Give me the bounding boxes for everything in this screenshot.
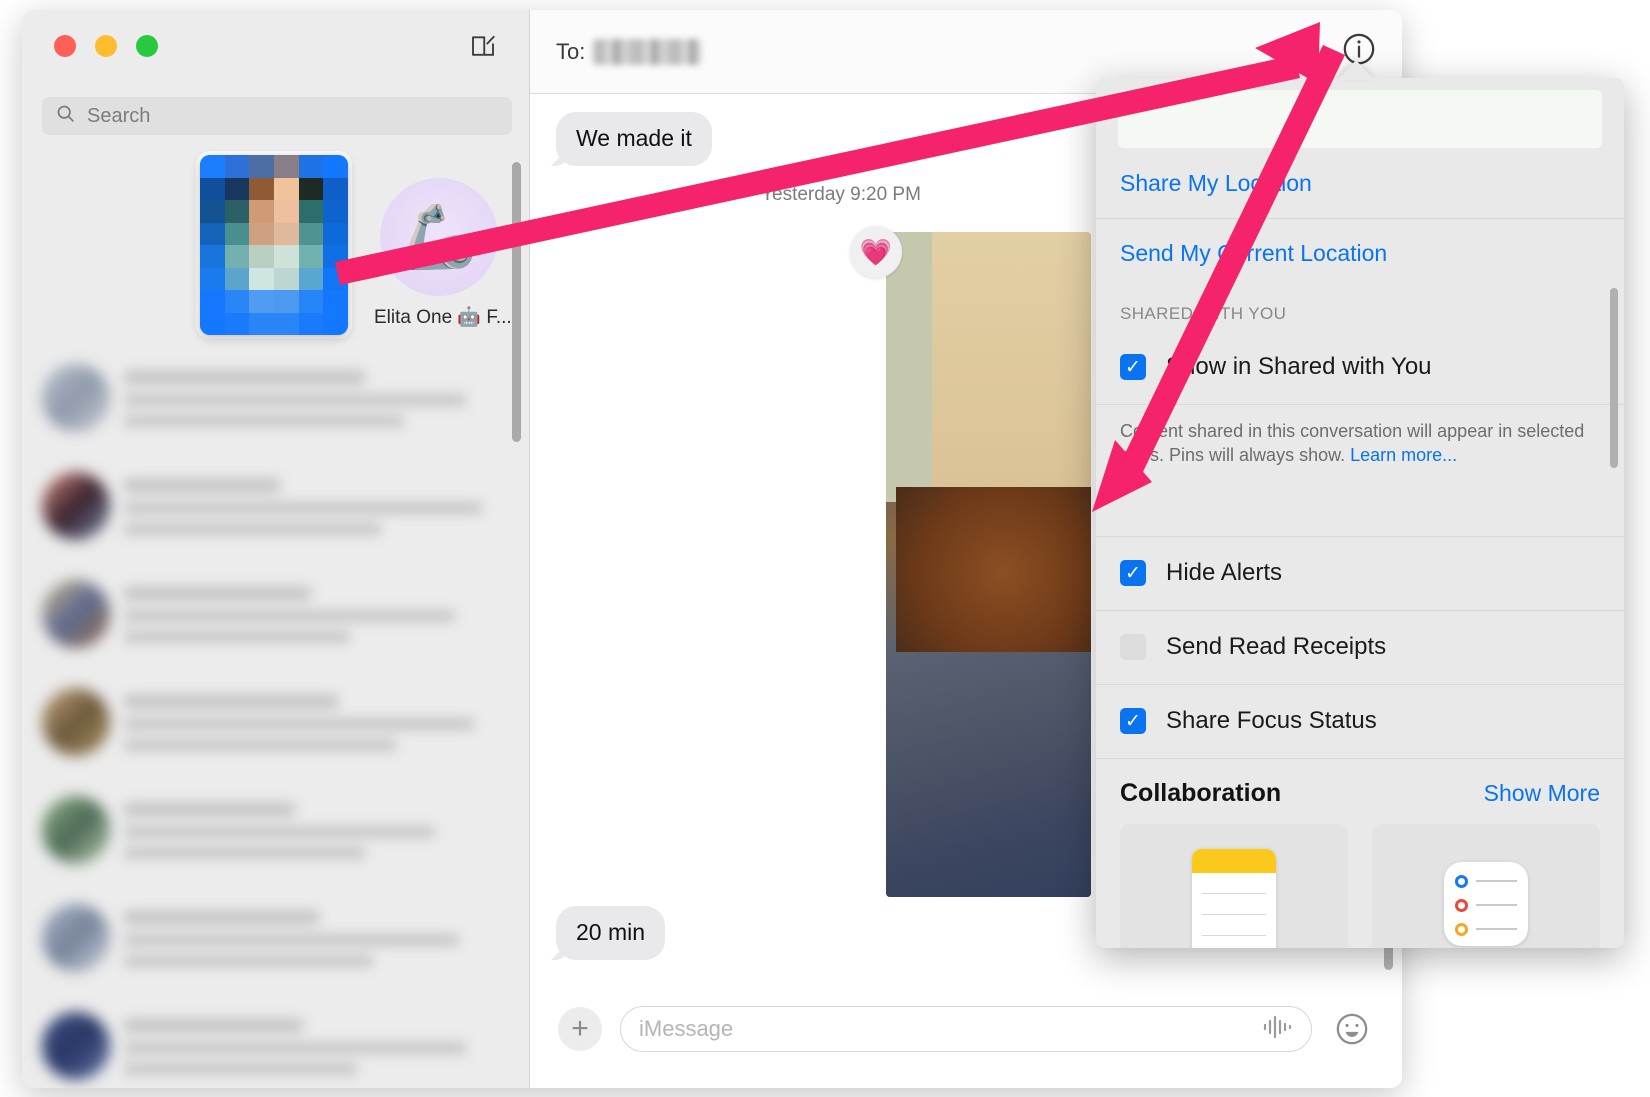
message-bubble-incoming[interactable]: 20 min (556, 906, 666, 960)
to-label: To: (556, 38, 586, 64)
conversation-details-popover: Share My Location Send My Current Locati… (1096, 78, 1624, 948)
sidebar-item-selected-conversation[interactable] (200, 155, 348, 335)
list-item[interactable] (22, 562, 529, 670)
sidebar-scrollbar[interactable] (512, 162, 521, 442)
message-input-placeholder: iMessage (639, 1016, 734, 1041)
window-traffic-lights (54, 35, 158, 57)
shared-with-you-heading: SHARED WITH YOU (1120, 304, 1287, 323)
show-in-shared-with-you-checkbox[interactable]: ✓ (1120, 354, 1146, 380)
share-focus-status-checkbox[interactable]: ✓ (1120, 708, 1146, 735)
add-attachment-button[interactable]: + (558, 1007, 602, 1051)
search-icon (55, 103, 76, 129)
emoji-smiley-icon[interactable] (1330, 1007, 1374, 1051)
tapback-heart-icon[interactable]: 💗 (850, 226, 902, 278)
message-composer: + iMessage (530, 970, 1402, 1088)
hide-alerts-label: Hide Alerts (1166, 559, 1283, 587)
send-my-current-location-label: Send My Current Location (1120, 240, 1388, 266)
share-focus-status-row[interactable]: ✓ Share Focus Status (1096, 683, 1624, 758)
message-text: We made it (556, 112, 712, 166)
close-button[interactable] (54, 35, 76, 57)
contact-header-redacted (1118, 90, 1602, 148)
notes-app-icon (1192, 848, 1276, 948)
list-item[interactable] (22, 670, 529, 778)
collaboration-cards: Weekly Notes house inspection Reminders (1096, 818, 1624, 948)
send-my-current-location-button[interactable]: Send My Current Location (1096, 218, 1624, 288)
show-in-shared-with-you-label: Show in Shared with You (1166, 353, 1432, 380)
screenshot-root: Search 🦾 Elita One 🤖 F... To: We made it… (0, 0, 1650, 1097)
collaboration-card-reminders[interactable]: house inspection Reminders (1372, 823, 1600, 948)
message-text: 20 min (556, 906, 666, 960)
list-item[interactable] (22, 994, 529, 1088)
zoom-button[interactable] (136, 35, 158, 57)
video-camera-icon[interactable] (1272, 36, 1308, 67)
search-input[interactable]: Search (42, 97, 512, 135)
share-focus-status-label: Share Focus Status (1166, 707, 1377, 735)
list-item[interactable] (22, 346, 529, 454)
popover-arrow (1338, 60, 1374, 80)
avatar: 🦾 (380, 178, 498, 296)
send-read-receipts-row[interactable]: Send Read Receipts (1096, 609, 1624, 684)
search-placeholder: Search (87, 104, 151, 127)
send-read-receipts-label: Send Read Receipts (1166, 633, 1387, 661)
compose-icon[interactable] (465, 28, 501, 64)
learn-more-link[interactable]: Learn more... (1350, 445, 1457, 465)
shared-with-you-note: Content shared in this conversation will… (1096, 404, 1624, 488)
share-my-location-label: Share My Location (1120, 169, 1312, 196)
hide-alerts-row[interactable]: ✓ Hide Alerts (1096, 535, 1624, 610)
send-read-receipts-checkbox[interactable] (1120, 634, 1146, 661)
collaboration-header: Collaboration Show More (1096, 757, 1624, 818)
photo-attachment[interactable] (886, 232, 1091, 897)
list-item[interactable] (22, 778, 529, 886)
show-more-button[interactable]: Show More (1484, 780, 1600, 807)
show-in-shared-with-you-row[interactable]: ✓ Show in Shared with You (1096, 330, 1624, 404)
list-item[interactable] (22, 886, 529, 994)
audio-waveform-icon[interactable] (1261, 1014, 1293, 1045)
share-my-location-button[interactable]: Share My Location (1096, 148, 1624, 218)
collaboration-title: Collaboration (1120, 778, 1282, 807)
sidebar-item-label: Elita One 🤖 F... (374, 307, 512, 328)
hide-alerts-checkbox[interactable]: ✓ (1120, 560, 1146, 587)
robot-arm-memoji-icon: 🦾 (400, 202, 478, 272)
list-item[interactable] (22, 454, 529, 562)
collaboration-card-notes[interactable]: Weekly Notes (1120, 823, 1348, 948)
reminders-app-icon (1444, 861, 1528, 946)
message-input[interactable]: iMessage (620, 1006, 1312, 1052)
minimize-button[interactable] (95, 35, 117, 57)
popover-scrollbar[interactable] (1610, 288, 1618, 468)
conversations-sidebar: Search 🦾 Elita One 🤖 F... (22, 10, 530, 1088)
recipient-redacted-field[interactable] (593, 38, 702, 65)
